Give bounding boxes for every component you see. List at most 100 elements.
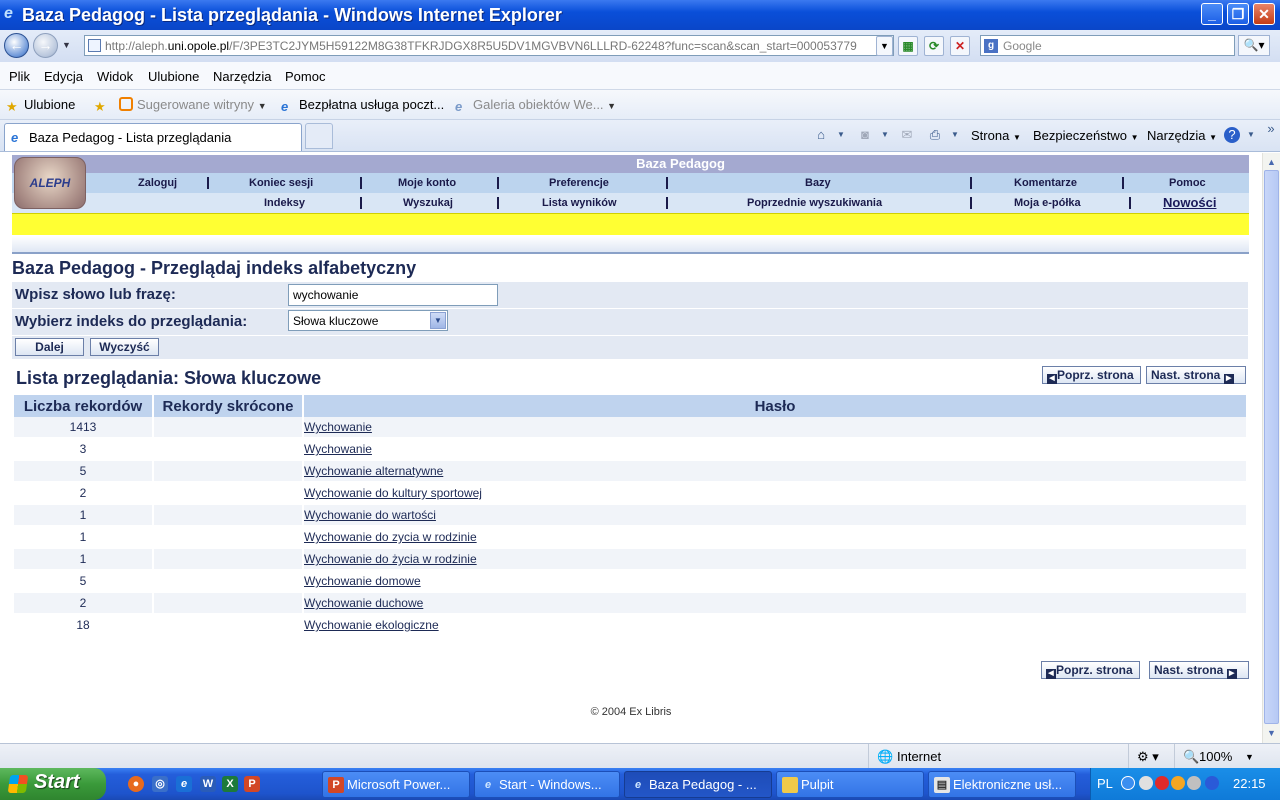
history-dropdown-icon[interactable]: ▼ xyxy=(62,40,71,50)
excel-icon[interactable]: X xyxy=(222,776,238,792)
nav-help[interactable]: Pomoc xyxy=(1169,177,1206,189)
task-desktop-folder[interactable]: Pulpit xyxy=(776,771,924,798)
nav-news[interactable]: Nowości xyxy=(1163,195,1216,210)
nav-search[interactable]: Wyszukaj xyxy=(403,197,453,209)
minimize-button[interactable]: _ xyxy=(1201,3,1223,25)
address-dropdown-icon[interactable]: ▼ xyxy=(876,36,893,56)
back-button[interactable]: ← xyxy=(4,33,29,58)
firefox-icon[interactable]: ● xyxy=(128,776,144,792)
zoom-segment[interactable]: 🔍 100% ▼ xyxy=(1174,744,1280,769)
heading-link[interactable]: Wychowanie xyxy=(304,420,372,434)
protected-mode-segment[interactable]: ⚙ ▾ xyxy=(1128,744,1174,769)
forward-button[interactable]: → xyxy=(33,33,58,58)
clock[interactable]: 22:15 xyxy=(1233,776,1266,791)
record-count[interactable]: 1 xyxy=(14,549,154,571)
record-count[interactable]: 18 xyxy=(14,615,154,637)
stop-icon[interactable]: ✕ xyxy=(950,36,970,56)
scroll-up-icon[interactable]: ▲ xyxy=(1264,154,1279,170)
record-count[interactable]: 1 xyxy=(14,505,154,527)
scroll-down-icon[interactable]: ▼ xyxy=(1264,725,1279,741)
prev-page-button-bottom[interactable]: ◀ Poprz. strona xyxy=(1041,661,1140,679)
search-button[interactable]: 🔍▾ xyxy=(1238,35,1270,56)
more-commands-icon[interactable]: » xyxy=(1262,120,1280,138)
scroll-thumb[interactable] xyxy=(1264,170,1279,724)
heading-link[interactable]: Wychowanie do życia w rodzinie xyxy=(304,552,477,566)
heading-link[interactable]: Wychowanie do wartości xyxy=(304,508,436,522)
nav-login[interactable]: Zaloguj xyxy=(138,177,177,189)
nav-indexes[interactable]: Indeksy xyxy=(264,197,305,209)
nav-e-shelf[interactable]: Moja e-półka xyxy=(1014,197,1081,209)
menu-help[interactable]: Pomoc xyxy=(285,69,325,84)
clear-button[interactable]: Wyczyść xyxy=(90,338,159,356)
menu-edit[interactable]: Edycja xyxy=(44,69,83,84)
nav-previous-searches[interactable]: Poprzednie wyszukiwania xyxy=(747,197,882,209)
tray-app-icon[interactable] xyxy=(1187,776,1201,790)
home-dropdown-icon[interactable]: ▼ xyxy=(832,126,850,144)
network-icon[interactable] xyxy=(1139,776,1153,790)
print-icon[interactable]: ⎙ xyxy=(926,126,944,144)
close-button[interactable]: ✕ xyxy=(1253,3,1275,25)
feeds-dropdown-icon[interactable]: ▼ xyxy=(876,126,894,144)
aleph-logo[interactable]: ALEPH xyxy=(14,157,86,209)
compatibility-icon[interactable]: ▦ xyxy=(898,36,918,56)
help-dropdown-icon[interactable]: ▼ xyxy=(1242,126,1260,144)
record-count[interactable]: 2 xyxy=(14,483,154,505)
mail-icon[interactable]: ✉ xyxy=(898,126,916,144)
start-button[interactable]: Start xyxy=(0,768,106,800)
menu-file[interactable]: Plik xyxy=(9,69,30,84)
address-input[interactable]: http://aleph.uni.opole.pl/F/3PE3TC2JYM5H… xyxy=(84,35,894,56)
next-page-button-bottom[interactable]: Nast. strona ▶ xyxy=(1149,661,1249,679)
maximize-button[interactable]: ❐ xyxy=(1227,3,1249,25)
record-count[interactable]: 3 xyxy=(14,439,154,461)
tools-menu[interactable]: Narzędzia ▼ xyxy=(1147,128,1217,143)
safety-menu[interactable]: Bezpieczeństwo ▼ xyxy=(1033,128,1139,143)
nav-comments[interactable]: Komentarze xyxy=(1014,177,1077,189)
print-dropdown-icon[interactable]: ▼ xyxy=(946,126,964,144)
heading-link[interactable]: Wychowanie duchowe xyxy=(304,596,423,610)
task-powerpoint[interactable]: P Microsoft Power... xyxy=(322,771,470,798)
heading-link[interactable]: Wychowanie ekologiczne xyxy=(304,618,439,632)
prev-page-button-top[interactable]: ◀ Poprz. strona xyxy=(1042,366,1141,384)
tray-app-icon[interactable] xyxy=(1171,776,1185,790)
tray-expand-icon[interactable] xyxy=(1121,776,1135,790)
heading-link[interactable]: Wychowanie domowe xyxy=(304,574,421,588)
heading-link[interactable]: Wychowanie do zycia w rodzinie xyxy=(304,530,477,544)
task-start-windows[interactable]: e Start - Windows... xyxy=(474,771,620,798)
search-input[interactable]: g Google xyxy=(980,35,1235,56)
nav-end-session[interactable]: Koniec sesji xyxy=(249,177,313,189)
fav-suggested-sites[interactable]: Sugerowane witryny ▼ xyxy=(119,97,267,112)
home-icon[interactable]: ⌂ xyxy=(812,126,830,144)
ie-icon[interactable]: e xyxy=(176,776,192,792)
vertical-scrollbar[interactable]: ▲ ▼ xyxy=(1262,153,1280,743)
explorer-icon[interactable]: ◎ xyxy=(152,776,168,792)
record-count[interactable]: 1 xyxy=(14,527,154,549)
heading-link[interactable]: Wychowanie xyxy=(304,442,372,456)
go-button[interactable]: Dalej xyxy=(15,338,84,356)
language-indicator[interactable]: PL xyxy=(1097,776,1113,791)
nav-preferences[interactable]: Preferencje xyxy=(549,177,609,189)
record-count[interactable]: 5 xyxy=(14,461,154,483)
tray-app-icon[interactable] xyxy=(1155,776,1169,790)
nav-databases[interactable]: Bazy xyxy=(805,177,831,189)
heading-link[interactable]: Wychowanie do kultury sportowej xyxy=(304,486,482,500)
help-icon[interactable]: ? xyxy=(1224,127,1240,143)
record-count[interactable]: 1413 xyxy=(14,417,154,439)
nav-result-list[interactable]: Lista wyników xyxy=(542,197,617,209)
fav-web-slice-gallery[interactable]: e Galeria obiektów We... ▼ xyxy=(455,97,616,114)
nav-my-account[interactable]: Moje konto xyxy=(398,177,456,189)
menu-tools[interactable]: Narzędzia xyxy=(213,69,272,84)
record-count[interactable]: 5 xyxy=(14,571,154,593)
next-page-button-top[interactable]: Nast. strona ▶ xyxy=(1146,366,1246,384)
favorites-button[interactable]: ★ Ulubione xyxy=(6,97,75,114)
page-menu[interactable]: Strona ▼ xyxy=(971,128,1021,143)
menu-favorites[interactable]: Ulubione xyxy=(148,69,199,84)
feeds-icon[interactable]: ◙ xyxy=(856,126,874,144)
task-electronic-services[interactable]: ▤ Elektroniczne usł... xyxy=(928,771,1076,798)
task-baza-pedagog[interactable]: e Baza Pedagog - ... xyxy=(624,771,772,798)
phrase-input[interactable]: wychowanie xyxy=(288,284,498,306)
tab-baza-pedagog[interactable]: e Baza Pedagog - Lista przeglądania xyxy=(4,123,302,151)
powerpoint-icon[interactable]: P xyxy=(244,776,260,792)
new-tab-button[interactable] xyxy=(305,123,333,149)
heading-link[interactable]: Wychowanie alternatywne xyxy=(304,464,443,478)
word-icon[interactable]: W xyxy=(200,776,216,792)
